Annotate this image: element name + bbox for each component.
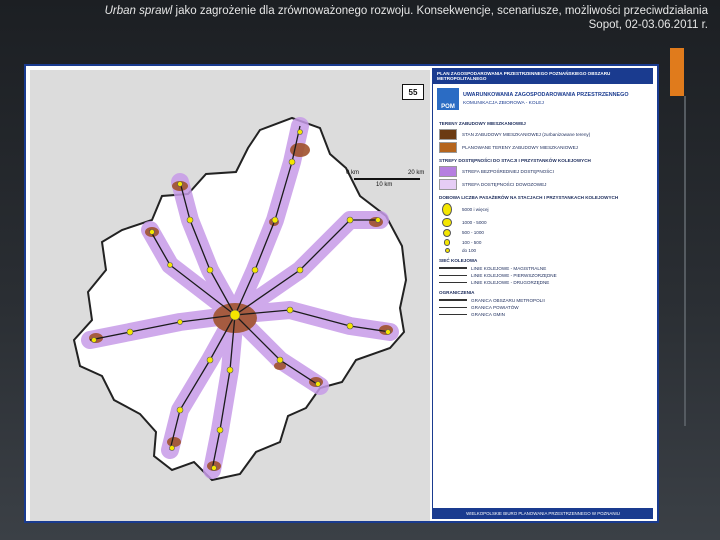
legend-item-label: GRANICA GMIN [471, 311, 505, 317]
legend-item-label: 500 - 1000 [462, 230, 484, 236]
legend-swatch [439, 179, 457, 190]
legend-body: TERENY ZABUDOWY MIESZKANIOWEJ STAN ZABUDO… [433, 112, 653, 323]
legend-swatch [439, 129, 457, 140]
legend-item-label: PLANOWANE TERENY ZABUDOWY MIESZKANIOWEJ [462, 145, 578, 150]
scale-bar-line [354, 178, 420, 180]
legend-section-title: STREFY DOSTĘPNOŚCI DO STACJI I PRZYSTANK… [439, 158, 591, 163]
slide-title: Urban sprawl jako zagrożenie dla zrównow… [68, 4, 708, 18]
legend-item-label: STREFA BEZPOŚREDNIEJ DOSTĘPNOŚCI [462, 169, 554, 174]
legend-section-title: TERENY ZABUDOWY MIESZKANIOWEJ [439, 121, 526, 126]
legend-item-label: GRANICA POWIATÓW [471, 304, 519, 310]
legend-item-label: LINIE KOLEJOWE - DRUGORZĘDNE [471, 279, 550, 285]
legend-item: LINIE KOLEJOWE - DRUGORZĘDNE [439, 280, 647, 285]
legend-item: PLANOWANE TERENY ZABUDOWY MIESZKANIOWEJ [439, 142, 647, 153]
orange-accent-bar [670, 48, 684, 96]
slide-subtitle: Sopot, 02-03.06.2011 r. [588, 19, 708, 31]
grey-accent-line [684, 96, 686, 426]
legend-swatch [439, 166, 457, 177]
legend-item: 500 - 1000 [439, 228, 647, 237]
legend-item: LINIE KOLEJOWE - MAGISTRALNE [439, 266, 647, 271]
legend-item: 100 - 500 [439, 238, 647, 246]
legend-item: LINIE KOLEJOWE - PIERWSZORZĘDNE [439, 273, 647, 278]
legend-item: STREFA DOSTĘPNOŚCI DOWOZOWEJ [439, 179, 647, 190]
legend-item: GRANICA POWIATÓW [439, 305, 647, 310]
legend-item-label: LINIE KOLEJOWE - MAGISTRALNE [471, 265, 547, 271]
legend-item-label: STREFA DOSTĘPNOŚCI DOWOZOWEJ [462, 182, 547, 187]
legend-swatch [439, 142, 457, 153]
legend-item-label: 5000 i więcej [462, 206, 489, 212]
legend-title-block: POM UWARUNKOWANIA ZAGOSPODAROWANIA PRZES… [433, 84, 653, 112]
map-legend: PLAN ZAGOSPODAROWANIA PRZESTRZENNEGO POZ… [432, 68, 653, 519]
legend-section-title: DOBOWA LICZBA PASAŻERÓW NA STACJACH I PR… [439, 195, 619, 200]
legend-subtitle: KOMUNIKACJA ZBIOROWA - KOLEJ [463, 101, 544, 106]
legend-header: PLAN ZAGOSPODAROWANIA PRZESTRZENNEGO POZ… [433, 68, 653, 84]
pom-logo: POM [437, 88, 459, 110]
map-canvas[interactable] [30, 70, 430, 521]
legend-item-label: 1000 - 5000 [462, 219, 487, 225]
legend-title: UWARUNKOWANIA ZAGOSPODAROWANIA PRZESTRZE… [463, 92, 629, 98]
legend-item: 5000 i więcej [439, 203, 647, 216]
legend-line-symbol [439, 299, 467, 302]
legend-item-label: STAN ZABUDOWY MIESZKANIOWEJ (zurbanizowa… [462, 132, 591, 137]
legend-footer: WIELKOPOLSKIE BIURO PLANOWANIA PRZESTRZE… [433, 508, 653, 519]
legend-item: GRANICA OBSZARU METROPOLII [439, 298, 647, 303]
legend-line-symbol [439, 281, 467, 283]
station-dot-icon [442, 217, 452, 227]
map-number: 55 [402, 84, 424, 100]
legend-line-symbol [439, 274, 467, 276]
legend-line-symbol [439, 306, 467, 308]
legend-section-title: SIEĆ KOLEJOWA [439, 257, 478, 263]
title-rest: jako zagrożenie dla zrównoważonego rozwo… [172, 5, 708, 17]
legend-item: GRANICA GMIN [439, 312, 647, 317]
station-dot-icon [442, 203, 452, 216]
legend-item-label: GRANICA OBSZARU METROPOLII [471, 297, 545, 303]
scale-label-start: 0 km [346, 170, 360, 176]
legend-item: do 100 [439, 247, 647, 253]
legend-line-symbol [439, 313, 467, 315]
station-dot-icon [442, 247, 452, 253]
legend-item: 1000 - 5000 [439, 217, 647, 227]
legend-item-label: 100 - 500 [462, 239, 482, 245]
title-italic-term: Urban sprawl [104, 5, 173, 17]
legend-item: STAN ZABUDOWY MIESZKANIOWEJ (zurbanizowa… [439, 129, 647, 140]
map-sheet: 55 0 km 20 km 10 km PLAN ZAGOSPODAROWANI… [24, 64, 659, 523]
legend-line-symbol [439, 267, 467, 270]
legend-item-label: LINIE KOLEJOWE - PIERWSZORZĘDNE [471, 272, 557, 278]
legend-item: STREFA BEZPOŚREDNIEJ DOSTĘPNOŚCI [439, 166, 647, 177]
scale-label-mid: 10 km [376, 182, 393, 188]
slide-header: Urban sprawl jako zagrożenie dla zrównow… [68, 4, 708, 32]
legend-item-label: do 100 [462, 247, 477, 253]
legend-section-title: OGRANICZENIA [439, 289, 475, 295]
station-dot-icon [442, 228, 452, 237]
station-dot-icon [442, 238, 452, 246]
scale-label-end: 20 km [408, 170, 425, 176]
